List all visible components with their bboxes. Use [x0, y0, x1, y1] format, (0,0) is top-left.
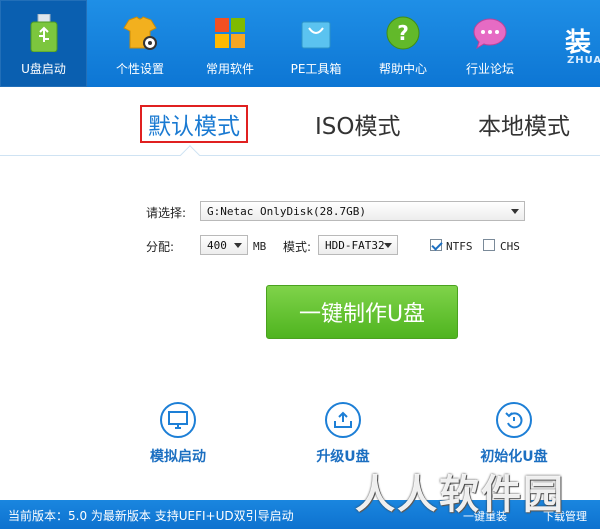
shopping-bag-icon: [297, 14, 335, 52]
disk-select-label: 请选择:: [146, 206, 187, 220]
upgrade-usb-button[interactable]: 升级U盘: [298, 402, 388, 466]
nav-pe-toolbox[interactable]: PE工具箱: [276, 0, 356, 87]
mode-select-value: HDD-FAT32: [325, 239, 385, 252]
nav-forum[interactable]: 行业论坛: [450, 0, 530, 87]
tab-divider: [0, 155, 600, 156]
mode-label: 模式:: [283, 240, 312, 254]
help-icon: ?: [384, 14, 422, 52]
upload-icon: [325, 402, 361, 438]
chevron-down-icon: [511, 209, 519, 214]
usb-icon: [25, 14, 63, 52]
nav-personalize[interactable]: 个性设置: [100, 0, 180, 87]
svg-text:?: ?: [397, 21, 409, 45]
disk-select-value: G:Netac OnlyDisk(28.7GB): [207, 205, 366, 218]
ntfs-label: NTFS: [446, 240, 473, 253]
alloc-select[interactable]: 400: [200, 235, 248, 255]
simulate-boot-button[interactable]: 模拟启动: [133, 402, 223, 466]
mode-select[interactable]: HDD-FAT32: [318, 235, 398, 255]
nav-label: 帮助中心: [378, 62, 427, 76]
nav-label: 个性设置: [115, 62, 164, 76]
alloc-select-value: 400: [207, 239, 227, 252]
monitor-icon: [160, 402, 196, 438]
nav-usb-boot[interactable]: U盘启动: [0, 0, 87, 87]
nav-label: PE工具箱: [290, 62, 342, 76]
chevron-down-icon: [384, 243, 392, 248]
windows-tiles-icon: [211, 14, 249, 52]
top-navigation-bar: U盘启动 个性设置 常用软件 PE工具箱 ? 帮助中心 行业论坛 装 ZHUA: [0, 0, 600, 87]
ntfs-checkbox[interactable]: [430, 239, 442, 251]
make-usb-button[interactable]: 一键制作U盘: [266, 285, 458, 339]
tab-default-mode[interactable]: 默认模式: [140, 105, 248, 143]
brand-logo: 装: [565, 28, 592, 58]
tshirt-gear-icon: [121, 14, 159, 52]
chs-label: CHS: [500, 240, 520, 253]
nav-label: U盘启动: [21, 62, 66, 76]
watermark: 人人软件园: [355, 472, 565, 518]
reset-icon: [496, 402, 532, 438]
chs-checkbox[interactable]: [483, 239, 495, 251]
tab-iso-mode[interactable]: ISO模式: [315, 107, 401, 141]
version-status: 当前版本：5.0 为最新版本 支持UEFI+UD双引导启动: [8, 509, 294, 523]
nav-label: 常用软件: [205, 62, 254, 76]
chat-bubble-icon: [471, 14, 509, 52]
nav-label: 行业论坛: [465, 62, 514, 76]
alloc-label: 分配:: [146, 240, 175, 254]
nav-help-center[interactable]: ? 帮助中心: [363, 0, 443, 87]
mode-tabs: 默认模式 ISO模式 本地模式: [0, 87, 600, 157]
simulate-boot-label: 模拟启动: [150, 449, 206, 465]
alloc-unit: MB: [253, 240, 267, 253]
nav-software[interactable]: 常用软件: [190, 0, 270, 87]
chevron-down-icon: [234, 243, 242, 248]
init-usb-button[interactable]: 初始化U盘: [469, 402, 559, 466]
tab-local-mode[interactable]: 本地模式: [478, 107, 570, 141]
disk-select[interactable]: G:Netac OnlyDisk(28.7GB): [200, 201, 525, 221]
brand-logo-sub: ZHUA: [567, 55, 600, 66]
